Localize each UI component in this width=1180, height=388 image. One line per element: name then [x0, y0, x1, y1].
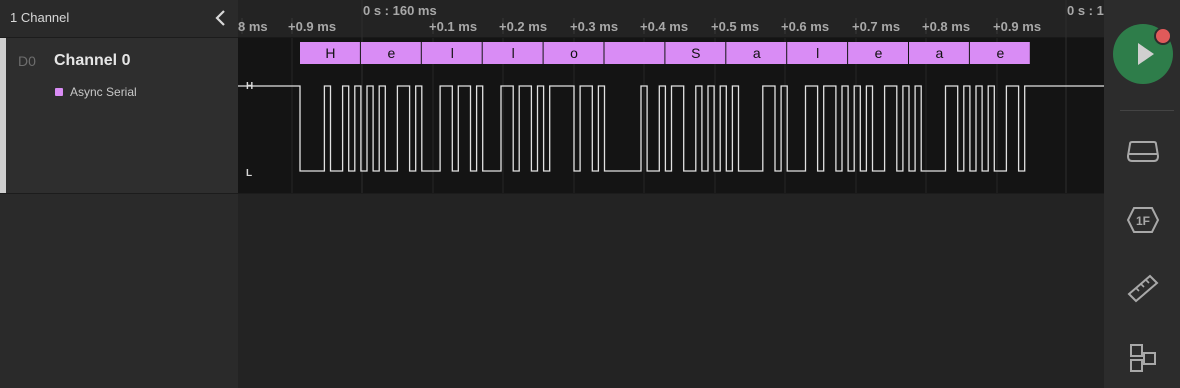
toolbar-divider	[1120, 110, 1174, 111]
frame-label: l	[451, 45, 454, 61]
frame-label: S	[691, 45, 700, 61]
frame-label: o	[570, 45, 578, 61]
channel-id: D0	[18, 53, 36, 69]
analyzer-label[interactable]: Async Serial	[70, 85, 137, 99]
extensions-icon[interactable]	[1124, 342, 1162, 374]
frame-label: e	[996, 45, 1004, 61]
frame-label: a	[753, 45, 761, 61]
device-icon[interactable]	[1124, 136, 1162, 168]
frame-label: l	[816, 45, 819, 61]
waveform-area[interactable]: 8 ms +0.9 ms +0.1 ms +0.2 ms +0.3 ms +0.4 ms +…	[238, 0, 1104, 388]
analyzer-color-swatch	[55, 88, 63, 96]
serial-frame	[604, 42, 665, 64]
svg-text:1F: 1F	[1136, 214, 1150, 228]
channel-panel: 1 Channel D0 Channel 0 Async Serial	[0, 0, 238, 388]
time-tick-label: 8 ms	[238, 19, 268, 34]
time-tick-label: +0.7 ms	[852, 19, 900, 34]
time-tick-label: +0.3 ms	[570, 19, 618, 34]
recording-indicator	[1154, 27, 1172, 45]
time-tick-label: +0.5 ms	[711, 19, 759, 34]
time-tick-label: +0.1 ms	[429, 19, 477, 34]
measure-icon[interactable]	[1124, 272, 1162, 304]
collapse-chevron-icon[interactable]	[212, 9, 230, 27]
time-tick-label: +0.9 ms	[993, 19, 1041, 34]
channel-color-bar	[0, 38, 6, 193]
time-tick-label: +0.2 ms	[499, 19, 547, 34]
frame-label: e	[387, 45, 395, 61]
panel-header: 1 Channel	[0, 0, 238, 38]
time-tick-label: +0.4 ms	[640, 19, 688, 34]
frame-label: H	[325, 45, 335, 61]
channel-row[interactable]: D0 Channel 0 Async Serial	[0, 38, 238, 194]
major-time-label: 0 s : 1	[1067, 3, 1104, 18]
frame-label: l	[512, 45, 515, 61]
frame-label: a	[936, 45, 944, 61]
channel-count: 1 Channel	[10, 10, 70, 25]
time-tick-label: +0.9 ms	[288, 19, 336, 34]
right-toolbar: 1F	[1104, 0, 1180, 388]
frame-label: e	[875, 45, 883, 61]
time-tick-label: +0.8 ms	[922, 19, 970, 34]
analyzer-icon[interactable]: 1F	[1124, 204, 1162, 236]
time-tick-label: +0.6 ms	[781, 19, 829, 34]
waveform-canvas[interactable]: 8 ms +0.9 ms +0.1 ms +0.2 ms +0.3 ms +0.4 ms +…	[238, 0, 1104, 388]
low-level-label: L	[246, 168, 252, 179]
channel-name[interactable]: Channel 0	[54, 52, 130, 70]
major-time-label: 0 s : 160 ms	[363, 3, 437, 18]
